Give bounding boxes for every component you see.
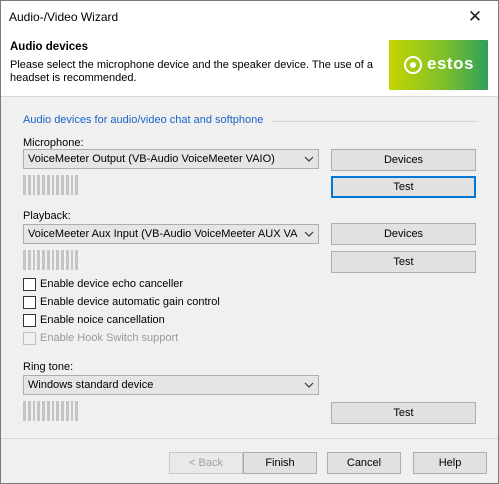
chevron-down-icon [304,231,314,237]
ringtone-select-value: Windows standard device [28,379,154,391]
page-description: Please select the microphone device and … [10,59,374,84]
checkbox-box [23,332,36,345]
ringtone-label: Ring tone: [23,361,74,373]
group-divider [271,121,477,122]
footer-divider [1,438,498,439]
checkbox-label: Enable device echo canceller [40,278,184,290]
ringtone-level-meter [23,401,80,421]
estos-logo: estos [389,40,488,90]
checkbox-label: Enable Hook Switch support [40,332,179,344]
checkbox-label: Enable noice cancellation [40,314,165,326]
playback-devices-button[interactable]: Devices [331,223,476,245]
microphone-select-value: VoiceMeeter Output (VB-Audio VoiceMeeter… [28,153,275,165]
checkbox-box[interactable] [23,314,36,327]
playback-select-value: VoiceMeeter Aux Input (VB-Audio VoiceMee… [28,228,298,240]
group-title: Audio devices for audio/video chat and s… [23,114,264,126]
microphone-select[interactable]: VoiceMeeter Output (VB-Audio VoiceMeeter… [23,149,319,169]
playback-level-meter [23,250,80,270]
page-title: Audio devices [10,41,88,53]
playback-label: Playback: [23,210,71,222]
logo-text: estos [427,54,474,73]
chevron-down-icon [304,156,314,162]
checkbox-box[interactable] [23,296,36,309]
microphone-devices-button[interactable]: Devices [331,149,476,171]
checkbox-label: Enable device automatic gain control [40,296,220,308]
microphone-label: Microphone: [23,137,84,149]
wizard-window: Audio-/Video Wizard ✕ Audio devices Plea… [0,0,499,484]
help-button[interactable]: Help [413,452,487,474]
ringtone-select[interactable]: Windows standard device [23,375,319,395]
finish-button[interactable]: Finish [243,452,317,474]
title-bar: Audio-/Video Wizard ✕ [1,1,498,32]
playback-test-button[interactable]: Test [331,251,476,273]
microphone-level-meter [23,175,80,195]
logo-dot-icon [410,62,416,68]
playback-select[interactable]: VoiceMeeter Aux Input (VB-Audio VoiceMee… [23,224,319,244]
back-button: < Back [169,452,243,474]
window-title: Audio-/Video Wizard [9,10,119,24]
checkbox-box[interactable] [23,278,36,291]
microphone-test-button[interactable]: Test [331,176,476,198]
ringtone-test-button[interactable]: Test [331,402,476,424]
wizard-header: Audio devices Please select the micropho… [1,32,498,97]
chevron-down-icon [304,382,314,388]
cancel-button[interactable]: Cancel [327,452,401,474]
close-icon[interactable]: ✕ [452,1,498,32]
